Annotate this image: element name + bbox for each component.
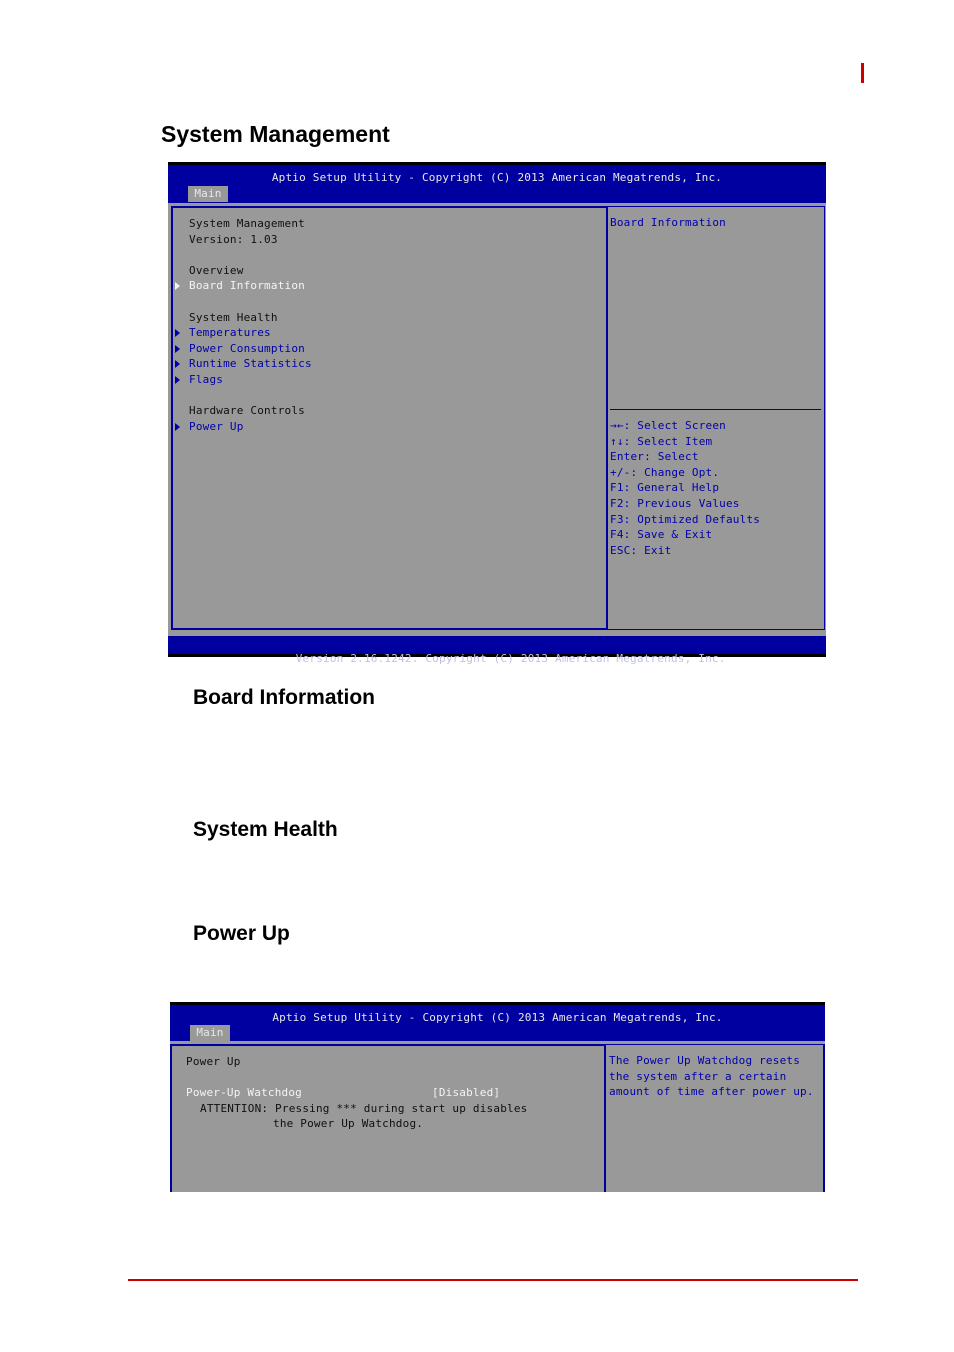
key-hint: ↑↓: Select Item: [610, 434, 713, 448]
section-heading-board-information: Board Information: [193, 686, 375, 709]
bios-title: Aptio Setup Utility - Copyright (C) 2013…: [271, 171, 723, 184]
key-hint: Enter: Select: [610, 450, 699, 464]
bios-title-bar: Aptio Setup Utility - Copyright (C) 2013…: [170, 1002, 825, 1041]
attention-note-line1: ATTENTION: Pressing *** during start up …: [200, 1101, 528, 1115]
bios-footer-text: Version 2.16.1242. Copyright (C) 2013 Am…: [295, 652, 726, 665]
help-text-line: amount of time after power up.: [609, 1085, 814, 1099]
left-version-line: Version: 1.03: [189, 232, 278, 246]
help-text-line: the system after a certain: [609, 1069, 787, 1083]
tab-main[interactable]: Main: [190, 1025, 230, 1041]
key-hint: F3: Optimized Defaults: [610, 512, 761, 526]
section-heading-system-health: System Health: [193, 818, 338, 841]
group-label-hardware-controls: Hardware Controls: [189, 404, 305, 418]
group-label-system-health: System Health: [189, 310, 278, 324]
menu-item-power-consumption[interactable]: Power Consumption: [189, 341, 305, 357]
menu-item-flags[interactable]: Flags: [189, 372, 223, 388]
help-text-line: The Power Up Watchdog resets: [609, 1054, 801, 1067]
submenu-arrow-icon: [175, 423, 180, 431]
setting-power-up-watchdog-value[interactable]: [Disabled]: [432, 1085, 500, 1101]
bios-screen-system-management: Aptio Setup Utility - Copyright (C) 2013…: [168, 162, 826, 665]
key-hint: ESC: Exit: [610, 543, 672, 557]
page-title: System Management: [161, 121, 390, 147]
submenu-arrow-icon: [175, 345, 180, 353]
bios-screen-power-up: Aptio Setup Utility - Copyright (C) 2013…: [170, 1002, 825, 1192]
left-header: Power Up: [186, 1055, 241, 1068]
bios-left-panel: Power Up Power-Up Watchdog [Disabled] AT…: [170, 1044, 606, 1192]
help-divider: [610, 409, 821, 410]
menu-item-temperatures[interactable]: Temperatures: [189, 325, 271, 341]
key-hint: F2: Previous Values: [610, 497, 740, 510]
key-hint: →←: Select Screen: [610, 419, 726, 432]
setting-power-up-watchdog-label[interactable]: Power-Up Watchdog: [186, 1085, 302, 1101]
tab-main[interactable]: Main: [188, 186, 228, 202]
footer-rule: [128, 1279, 858, 1281]
menu-item-power-up[interactable]: Power Up: [189, 419, 244, 435]
help-text: Board Information: [610, 216, 726, 229]
attention-note-line2: the Power Up Watchdog.: [273, 1117, 424, 1131]
key-hint: F4: Save & Exit: [610, 528, 713, 542]
menu-item-runtime-statistics[interactable]: Runtime Statistics: [189, 356, 312, 372]
submenu-arrow-icon: [175, 360, 180, 368]
key-hint: +/-: Change Opt.: [610, 465, 720, 479]
menu-item-board-information[interactable]: Board Information: [189, 278, 305, 294]
submenu-arrow-icon: [175, 282, 180, 290]
bios-title-bar: Aptio Setup Utility - Copyright (C) 2013…: [168, 162, 826, 203]
left-header-line: System Management: [189, 217, 305, 230]
group-label-overview: Overview: [189, 263, 244, 277]
bios-left-panel: System Management Version: 1.03 Overview…: [171, 206, 608, 630]
submenu-arrow-icon: [175, 376, 180, 384]
bios-right-panel: Board Information →←: Select Screen ↑↓: …: [606, 206, 825, 630]
page-marker: [861, 63, 864, 83]
key-hint: F1: General Help: [610, 481, 720, 495]
submenu-arrow-icon: [175, 329, 180, 337]
bios-right-panel: The Power Up Watchdog resets the system …: [604, 1044, 825, 1192]
bios-footer-bar: Version 2.16.1242. Copyright (C) 2013 Am…: [168, 636, 826, 665]
bios-title: Aptio Setup Utility - Copyright (C) 2013…: [272, 1011, 723, 1024]
section-heading-power-up: Power Up: [193, 922, 290, 945]
